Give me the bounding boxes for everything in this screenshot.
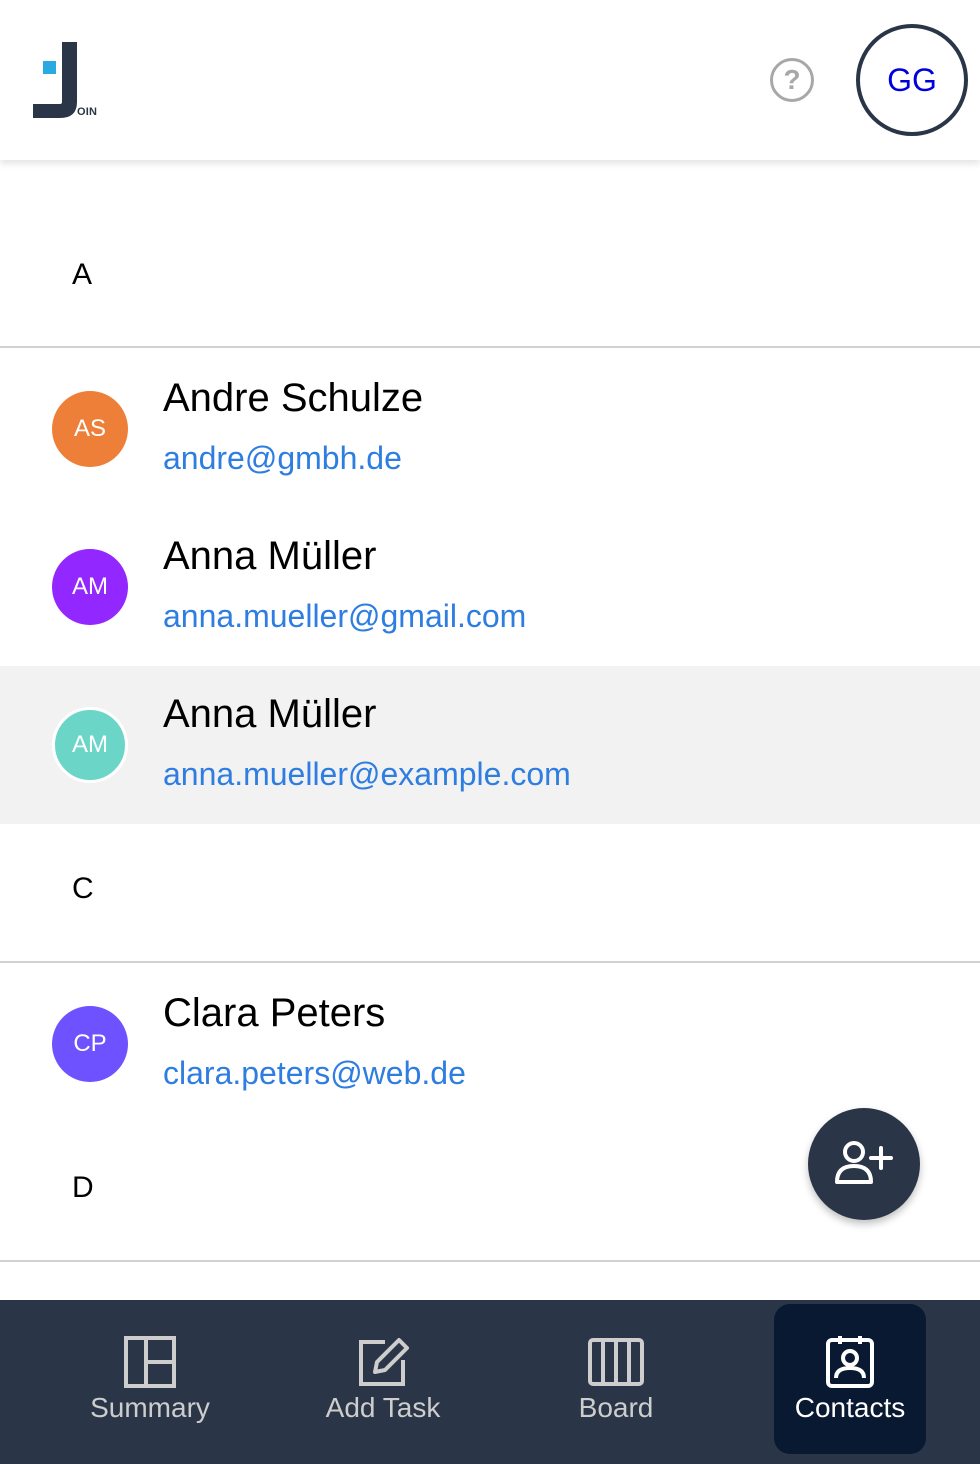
nav-board-label: Board xyxy=(578,1392,654,1423)
contacts-icon xyxy=(826,1336,874,1388)
summary-icon xyxy=(124,1336,176,1388)
contact-email[interactable]: clara.peters@web.de xyxy=(163,1055,466,1092)
nav-contacts-label: Contacts xyxy=(794,1392,906,1423)
contact-item[interactable]: AS Andre Schulze andre@gmbh.de xyxy=(0,350,980,508)
contact-email[interactable]: anna.mueller@example.com xyxy=(163,756,571,793)
user-avatar-button[interactable]: GG xyxy=(856,24,968,136)
nav-board[interactable]: Board xyxy=(540,1304,692,1454)
contact-avatar: CP xyxy=(52,1006,128,1082)
user-initials: GG xyxy=(887,61,937,98)
contact-initials: AS xyxy=(73,415,106,442)
help-icon: ? xyxy=(783,64,801,95)
help-button[interactable]: ? xyxy=(770,58,814,102)
add-contact-button[interactable] xyxy=(808,1108,920,1220)
contact-item[interactable]: AM Anna Müller anna.mueller@gmail.com xyxy=(0,508,980,666)
contact-name: Andre Schulze xyxy=(163,376,424,420)
contact-avatar: AM xyxy=(52,707,128,783)
person-add-icon xyxy=(835,1141,893,1184)
contact-name: Clara Peters xyxy=(163,991,386,1035)
contact-item[interactable]: CP Clara Peters clara.peters@web.de xyxy=(0,965,980,1123)
contact-initials: AM xyxy=(72,573,108,600)
contact-initials: CP xyxy=(73,1030,107,1057)
divider xyxy=(0,1260,980,1262)
join-logo[interactable] xyxy=(30,40,110,122)
group-letter-a: A xyxy=(72,258,93,291)
group-letter-d: D xyxy=(72,1171,94,1204)
logo-text: OIN xyxy=(77,106,98,118)
group-letter-c: C xyxy=(72,872,94,905)
contact-email[interactable]: anna.mueller@gmail.com xyxy=(163,598,526,635)
board-icon xyxy=(588,1338,644,1386)
contact-name: Anna Müller xyxy=(163,692,377,736)
divider xyxy=(0,346,980,348)
nav-add-task-label: Add Task xyxy=(325,1392,441,1423)
contact-initials: AM xyxy=(72,731,108,758)
nav-contacts[interactable]: Contacts xyxy=(774,1304,926,1454)
edit-icon xyxy=(359,1338,409,1386)
header: OIN ? GG xyxy=(0,0,980,160)
nav-summary-label: Summary xyxy=(90,1392,210,1423)
nav-summary[interactable]: Summary xyxy=(74,1304,226,1454)
divider xyxy=(0,961,980,963)
contact-avatar: AM xyxy=(52,549,128,625)
nav-add-task[interactable]: Add Task xyxy=(307,1304,459,1454)
contact-name: Anna Müller xyxy=(163,534,377,578)
contact-email[interactable]: andre@gmbh.de xyxy=(163,440,402,477)
contact-item-selected[interactable]: AM Anna Müller anna.mueller@example.com xyxy=(0,666,980,824)
contact-avatar: AS xyxy=(52,391,128,467)
bottom-nav: Summary Add Task Board Contacts xyxy=(0,1300,980,1464)
